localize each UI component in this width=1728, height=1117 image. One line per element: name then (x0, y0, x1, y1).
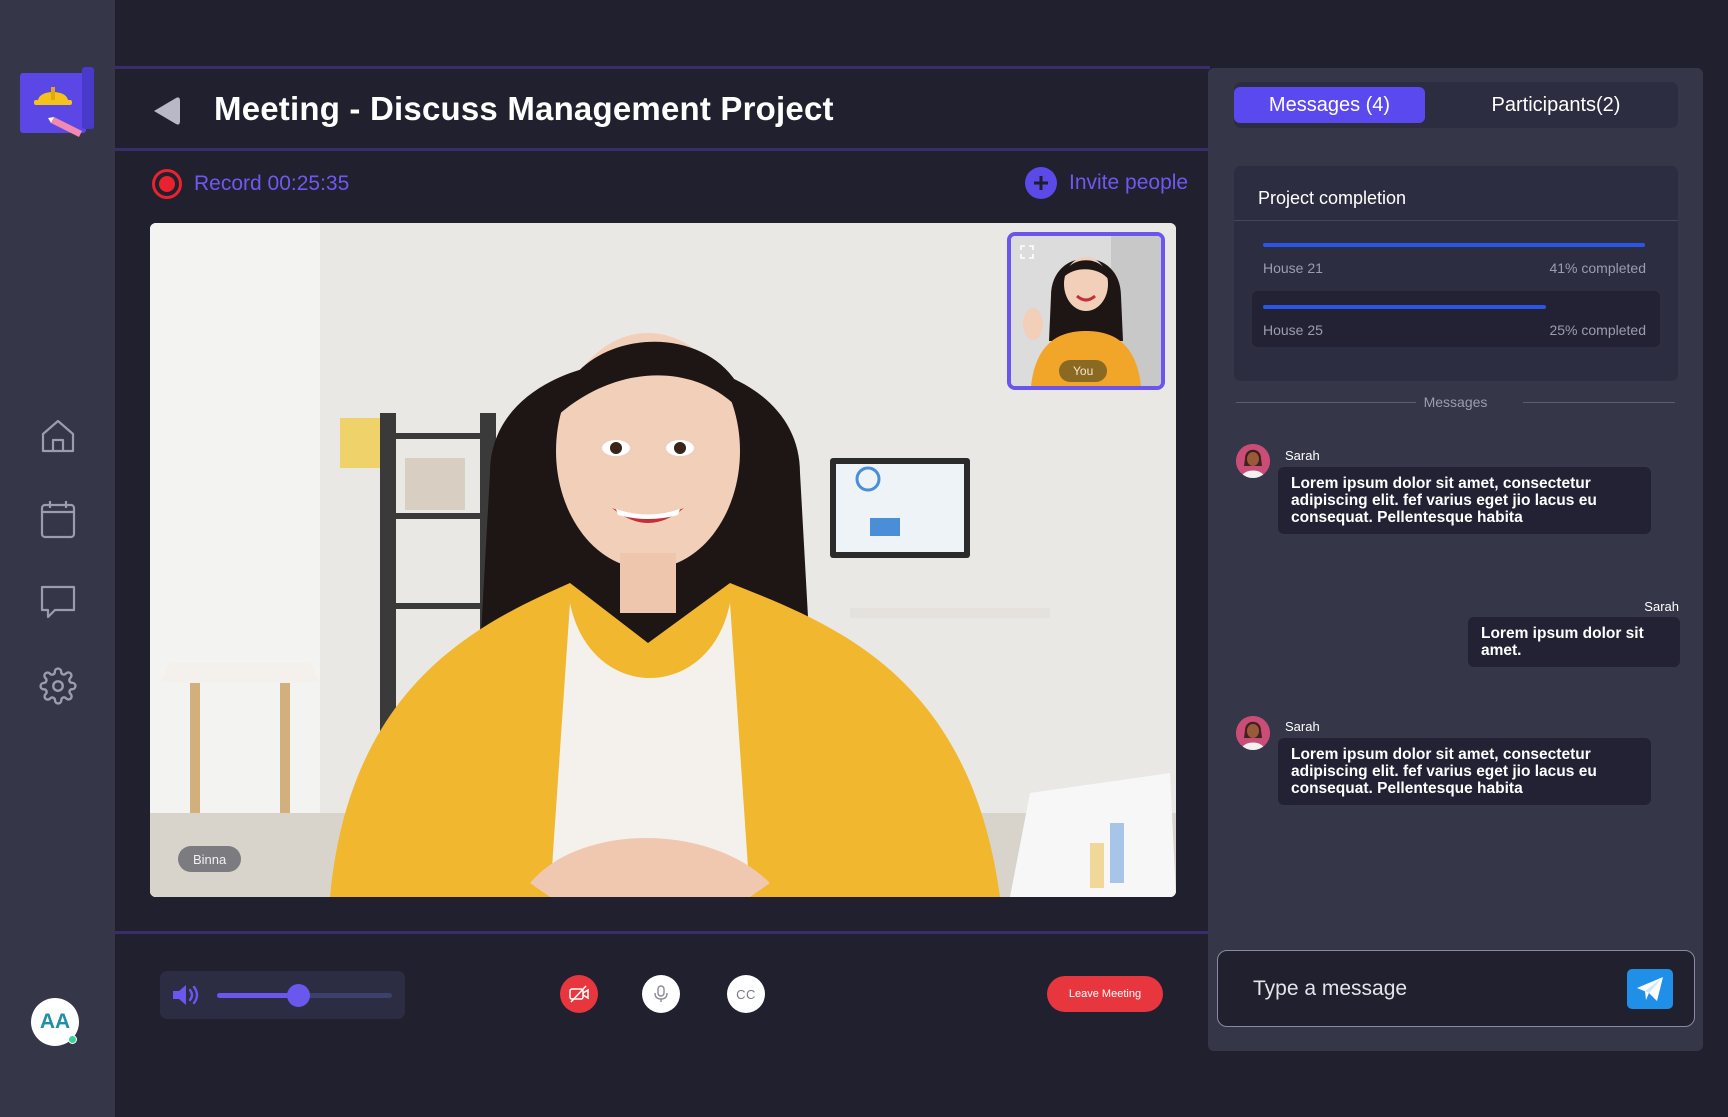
microphone-icon (654, 985, 668, 1002)
app-logo (20, 67, 96, 139)
record-icon (152, 169, 182, 199)
message-sender-avatar (1236, 444, 1270, 478)
message-sender-name: Sarah (1285, 448, 1320, 463)
closed-captions-button[interactable]: CC (727, 975, 765, 1013)
sidebar-item-chat[interactable] (36, 580, 80, 624)
tab-participants[interactable]: Participants(2) (1434, 87, 1678, 123)
message-bubble: Lorem ipsum dolor sit amet, consectetur … (1278, 467, 1651, 534)
participant-name-tag: Binna (178, 846, 242, 872)
card-divider (1234, 220, 1678, 221)
camera-toggle-button[interactable] (560, 975, 598, 1013)
message-sender-name: Sarah (1285, 719, 1320, 734)
progress-track (1263, 243, 1645, 247)
microphone-toggle-button[interactable] (642, 975, 680, 1013)
online-status-dot (68, 1035, 77, 1044)
volume-control (160, 971, 405, 1019)
sidebar-item-home[interactable] (36, 414, 80, 458)
home-icon (41, 419, 75, 453)
tab-messages[interactable]: Messages (4) (1234, 87, 1425, 123)
back-arrow-icon (154, 97, 180, 125)
progress-track (1263, 305, 1645, 309)
header-bottom-divider (115, 148, 1210, 151)
header-top-divider (115, 66, 1210, 69)
plus-icon (1025, 167, 1057, 199)
progress-fill (1263, 305, 1546, 309)
side-panel: Messages (4) Participants(2) Project com… (1208, 68, 1703, 1051)
message-sender-avatar (1236, 716, 1270, 750)
leave-meeting-button[interactable]: Leave Meeting (1047, 976, 1163, 1012)
project-completion-card: Project completion House 21 41% complete… (1234, 166, 1678, 381)
send-icon (1637, 977, 1663, 1001)
progress-item-name: House 25 (1263, 322, 1323, 338)
volume-slider-track[interactable] (217, 984, 392, 1007)
message-sender-name: Sarah (1644, 599, 1679, 614)
message-composer (1217, 950, 1695, 1027)
user-initials: AA (39, 1010, 71, 1033)
progress-fill (1263, 243, 1645, 247)
settings-icon (39, 667, 77, 705)
expand-icon[interactable] (1020, 245, 1034, 259)
camera-off-icon (569, 985, 589, 1003)
invite-people-button[interactable]: Invite people (1025, 167, 1188, 199)
progress-item-name: House 21 (1263, 260, 1323, 276)
progress-row-house-21: House 21 41% completed (1252, 229, 1660, 285)
sidebar-item-settings[interactable] (36, 664, 80, 708)
user-avatar[interactable]: AA (31, 998, 79, 1046)
record-indicator[interactable]: Record 00:25:35 (152, 169, 349, 199)
controls-divider (115, 931, 1210, 934)
progress-row-house-25: House 25 25% completed (1252, 291, 1660, 347)
calendar-icon (40, 501, 76, 539)
self-view-label: You (1059, 360, 1108, 382)
invite-people-label: Invite people (1069, 171, 1189, 194)
record-timer: Record 00:25:35 (194, 172, 350, 195)
sidebar: AA (0, 0, 115, 1117)
main-video-feed: Binna You (150, 223, 1176, 897)
volume-icon[interactable] (171, 983, 201, 1007)
volume-slider-fill (217, 993, 298, 998)
page-title: Meeting - Discuss Management Project (214, 90, 834, 127)
volume-slider-handle[interactable] (286, 984, 310, 1007)
chat-icon (40, 585, 76, 619)
back-button[interactable] (150, 94, 184, 128)
send-button[interactable] (1627, 969, 1673, 1009)
self-view-video[interactable]: You (1007, 232, 1165, 390)
sidebar-item-calendar[interactable] (36, 497, 80, 541)
progress-item-value: 41% completed (1549, 260, 1646, 276)
panel-tabs: Messages (4) Participants(2) (1234, 82, 1678, 128)
progress-item-value: 25% completed (1549, 322, 1646, 338)
closed-captions-icon: CC (736, 986, 756, 1002)
messages-divider-label: Messages (1423, 394, 1488, 410)
message-bubble: Lorem ipsum dolor sit amet, consectetur … (1278, 738, 1651, 805)
project-completion-title: Project completion (1258, 188, 1407, 208)
message-input[interactable] (1253, 971, 1603, 1007)
message-bubble: Lorem ipsum dolor sit amet. (1468, 617, 1680, 667)
